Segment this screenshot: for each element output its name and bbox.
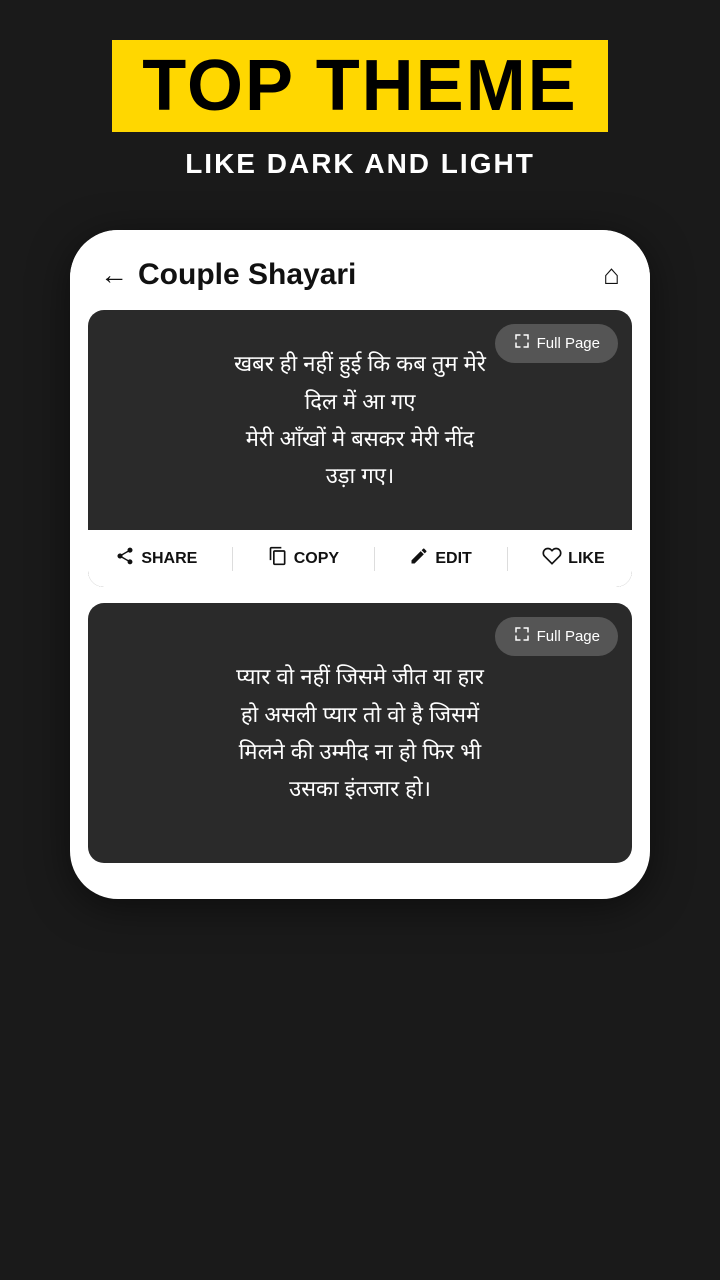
full-page-label-2: Full Page xyxy=(537,628,600,645)
card-1-top: Full Page खबर ही नहीं हुई कि कब तुम मेरे… xyxy=(88,310,632,530)
like-icon xyxy=(542,546,562,571)
full-page-button-2[interactable]: Full Page xyxy=(495,617,618,656)
phone-header: ← Couple Shayari ⌂ xyxy=(70,230,650,310)
shayari-card-1: Full Page खबर ही नहीं हुई कि कब तुम मेरे… xyxy=(88,310,632,587)
phone-content: Full Page खबर ही नहीं हुई कि कब तुम मेरे… xyxy=(70,310,650,879)
edit-icon xyxy=(409,546,429,571)
like-button[interactable]: LIKE xyxy=(542,546,604,571)
top-theme-text: TOP THEME xyxy=(142,46,577,126)
full-page-button-1[interactable]: Full Page xyxy=(495,324,618,363)
like-label: LIKE xyxy=(568,550,604,568)
full-page-label-1: Full Page xyxy=(537,335,600,352)
divider-1 xyxy=(232,547,233,571)
copy-label: COPY xyxy=(294,550,339,568)
home-icon[interactable]: ⌂ xyxy=(603,259,620,291)
share-icon xyxy=(115,546,135,571)
top-theme-badge: TOP THEME xyxy=(112,40,607,132)
page-title: Couple Shayari xyxy=(138,258,603,292)
shayari-card-2: Full Page प्यार वो नहीं जिसमे जीत या हार… xyxy=(88,603,632,863)
top-banner: TOP THEME LIKE DARK AND LIGHT xyxy=(0,0,720,200)
full-page-icon-1 xyxy=(513,332,531,355)
back-arrow-icon[interactable]: ← xyxy=(100,259,128,291)
share-label: SHARE xyxy=(141,550,197,568)
phone-frame: ← Couple Shayari ⌂ Full Page खबर ही नहीं… xyxy=(70,230,650,899)
shayari-text-2: प्यार वो नहीं जिसमे जीत या हार हो असली प… xyxy=(226,648,494,808)
shayari-text-1: खबर ही नहीं हुई कि कब तुम मेरे दिल में आ… xyxy=(224,335,496,495)
divider-2 xyxy=(374,547,375,571)
copy-icon xyxy=(268,546,288,571)
edit-button[interactable]: EDIT xyxy=(409,546,471,571)
edit-label: EDIT xyxy=(435,550,471,568)
full-page-icon-2 xyxy=(513,625,531,648)
copy-button[interactable]: COPY xyxy=(268,546,339,571)
share-button[interactable]: SHARE xyxy=(115,546,197,571)
card-2-top: Full Page प्यार वो नहीं जिसमे जीत या हार… xyxy=(88,603,632,863)
card-1-actions: SHARE COPY xyxy=(88,530,632,587)
subtitle-text: LIKE DARK AND LIGHT xyxy=(185,148,535,180)
divider-3 xyxy=(507,547,508,571)
